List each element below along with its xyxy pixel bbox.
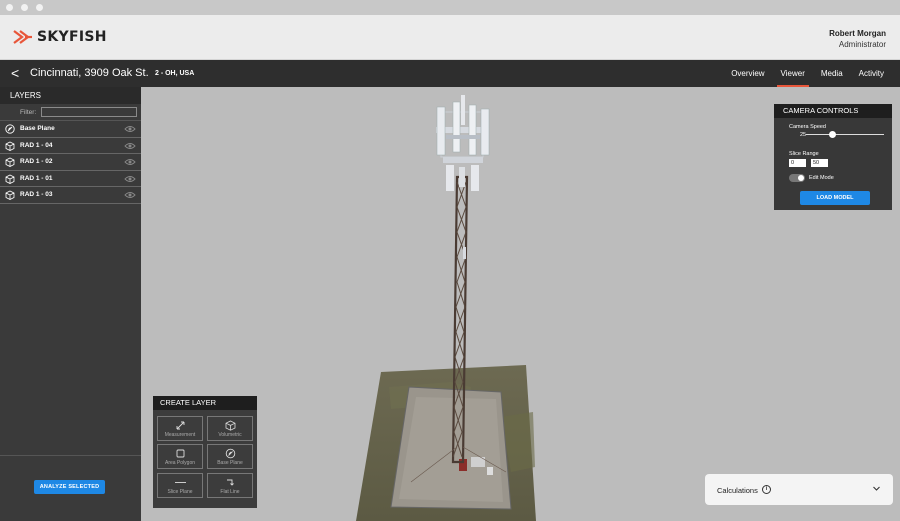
layer-label: RAD 1 - 01 (20, 174, 53, 182)
load-model-button[interactable]: LOAD MODEL (800, 191, 870, 205)
layer-item-rad-1-04[interactable]: RAD 1 - 04 (0, 137, 141, 154)
cube-icon (5, 157, 15, 167)
base-plane-icon (225, 448, 236, 459)
tab-activity[interactable]: Activity (851, 60, 892, 87)
window-minimize-dot[interactable] (21, 4, 28, 11)
layer-label: RAD 1 - 03 (20, 191, 53, 198)
tool-label: Area Polygon (164, 460, 196, 466)
tab-overview[interactable]: Overview (723, 60, 772, 87)
site-subtitle: 2 - OH, USA (155, 70, 195, 77)
filter-label: Filter: (20, 109, 37, 116)
tool-measurement[interactable]: Measurement (157, 416, 203, 441)
edit-mode-label: Edit Mode (809, 175, 834, 181)
create-layer-panel: CREATE LAYER Measurement Volumetric Area… (153, 396, 257, 508)
tool-volumetric[interactable]: Volumetric (207, 416, 253, 441)
user-menu[interactable]: Robert Morgan Administrator (829, 29, 886, 49)
tool-label: Flat Line (220, 489, 240, 495)
slice-range-label: Slice Range (789, 151, 819, 157)
logo[interactable]: SKYFISH (13, 29, 107, 45)
square-icon (176, 449, 185, 458)
camera-speed-slider-handle[interactable] (829, 131, 836, 138)
site-title: Cincinnati, 3909 Oak St. (30, 67, 149, 79)
edit-mode-toggle[interactable] (789, 174, 805, 182)
eye-icon[interactable] (124, 175, 136, 183)
tool-label: Slice Plane (167, 489, 193, 495)
cube-icon (225, 420, 236, 431)
measurement-icon (176, 421, 185, 430)
layers-header: LAYERS (0, 87, 141, 104)
panel-divider (0, 455, 141, 456)
camera-speed-slider[interactable] (806, 134, 884, 135)
filter-input[interactable] (41, 107, 137, 117)
layer-item-rad-1-01[interactable]: RAD 1 - 01 (0, 170, 141, 187)
camera-controls-panel: CAMERA CONTROLS Camera Speed 25 Slice Ra… (774, 104, 892, 210)
slice-range-min-input[interactable]: 0 (789, 159, 806, 167)
slice-range-max-input[interactable]: 50 (811, 159, 828, 167)
window-maximize-dot[interactable] (36, 4, 43, 11)
base-plane-icon (5, 124, 15, 134)
tab-media[interactable]: Media (813, 60, 851, 87)
app-header: SKYFISH Robert Morgan Administrator (0, 15, 900, 60)
tool-base-plane[interactable]: Base Plane (207, 444, 253, 469)
cube-icon (5, 174, 15, 184)
cube-icon (5, 190, 15, 200)
layer-label: Base Plane (20, 125, 55, 132)
tool-label: Measurement (164, 432, 196, 438)
tool-area-polygon[interactable]: Area Polygon (157, 444, 203, 469)
site-toolbar: < Cincinnati, 3909 Oak St. 2 - OH, USA O… (0, 60, 900, 87)
chevron-down-icon[interactable] (872, 484, 881, 493)
tool-slice-plane[interactable]: Slice Plane (157, 473, 203, 498)
layer-item-rad-1-03[interactable]: RAD 1 - 03 (0, 187, 141, 204)
edit-mode-toggle-knob (798, 175, 804, 181)
tool-flat-line[interactable]: Flat Line (207, 473, 253, 498)
layer-label: RAD 1 - 02 (20, 158, 53, 165)
window-titlebar (0, 0, 900, 15)
calculations-panel[interactable]: Calculations i (705, 474, 893, 505)
flat-line-icon (227, 479, 234, 486)
nav-tabs: Overview Viewer Media Activity (723, 60, 892, 87)
layer-item-base-plane[interactable]: Base Plane (0, 121, 141, 138)
user-name: Robert Morgan (829, 29, 886, 38)
tab-viewer[interactable]: Viewer (773, 60, 813, 87)
camera-controls-header: CAMERA CONTROLS (774, 104, 892, 118)
tool-label: Volumetric (218, 432, 242, 438)
layer-item-rad-1-02[interactable]: RAD 1 - 02 (0, 154, 141, 171)
window-close-dot[interactable] (6, 4, 13, 11)
eye-icon[interactable] (124, 158, 136, 166)
analyze-selected-button[interactable]: ANALYZE SELECTED (34, 480, 105, 494)
tool-label: Base Plane (217, 460, 243, 466)
layers-filter: Filter: (0, 104, 141, 121)
create-layer-header: CREATE LAYER (153, 396, 257, 410)
eye-icon[interactable] (124, 125, 136, 133)
user-role: Administrator (838, 40, 886, 49)
layer-label: RAD 1 - 04 (20, 141, 53, 149)
line-icon (175, 482, 186, 483)
camera-speed-value: 25 (800, 132, 807, 138)
eye-icon[interactable] (124, 191, 136, 199)
layers-panel: LAYERS Filter: Base Plane RAD 1 - 04 RAD… (0, 87, 141, 521)
back-icon[interactable]: < (11, 65, 19, 81)
info-icon[interactable]: i (762, 485, 771, 494)
skyfish-logo-icon (13, 30, 32, 44)
logo-text: SKYFISH (37, 29, 107, 45)
eye-icon[interactable] (124, 142, 136, 150)
camera-speed-label: Camera Speed (789, 124, 826, 130)
calculations-label: Calculations (717, 486, 758, 495)
cube-icon (5, 141, 15, 151)
